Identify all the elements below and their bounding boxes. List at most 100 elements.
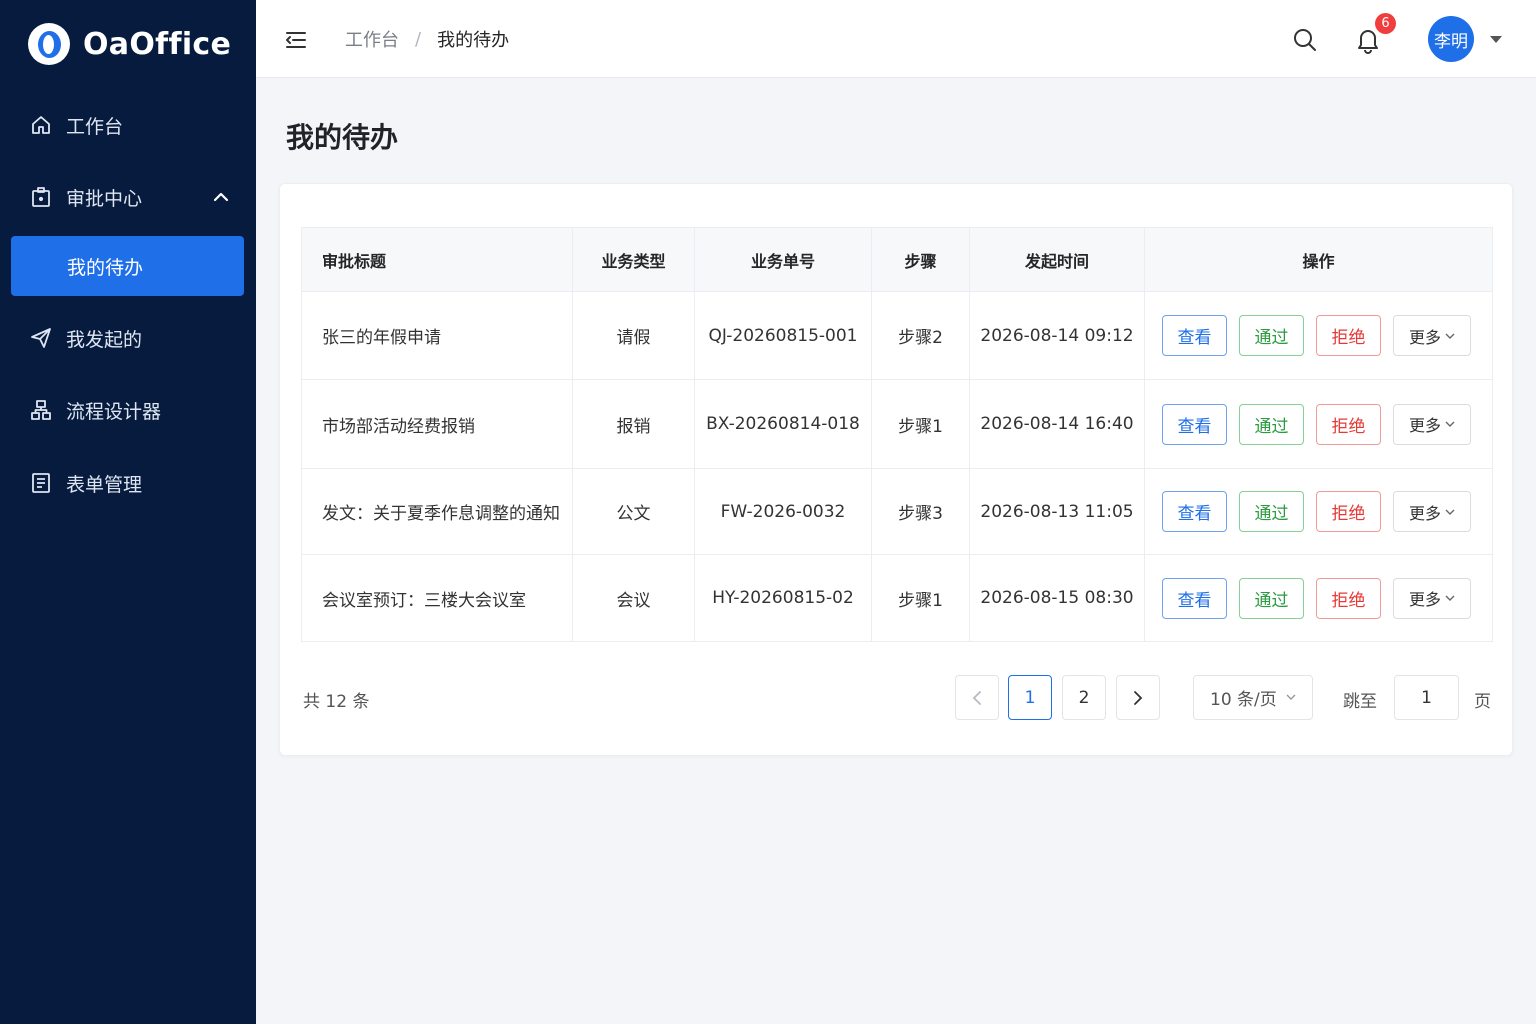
cell-title: 市场部活动经费报销 bbox=[301, 379, 573, 469]
page-unit-label: 页 bbox=[1474, 692, 1491, 712]
sidebar-item-label: 我发起的 bbox=[66, 328, 143, 351]
more-button[interactable]: 更多 bbox=[1393, 315, 1471, 356]
chevron-down-icon bbox=[1445, 509, 1455, 515]
more-button[interactable]: 更多 bbox=[1393, 403, 1471, 445]
cell-actions: 查看 通过 拒绝 更多 bbox=[1144, 468, 1493, 555]
cell-type: 会议 bbox=[572, 554, 695, 642]
caret-down-icon[interactable] bbox=[1489, 33, 1503, 45]
approve-button[interactable]: 通过 bbox=[1239, 491, 1304, 532]
more-button[interactable]: 更多 bbox=[1393, 491, 1471, 532]
cell-step: 步骤2 bbox=[871, 291, 970, 380]
cell-time: 2026-08-14 09:12 bbox=[969, 291, 1145, 380]
app-logo[interactable]: OaOffice bbox=[28, 22, 231, 66]
reject-button[interactable]: 拒绝 bbox=[1316, 577, 1381, 619]
sidebar-item-flow-designer[interactable]: 流程设计器 bbox=[0, 382, 256, 438]
view-button[interactable]: 查看 bbox=[1162, 403, 1227, 445]
avatar[interactable]: 李明 bbox=[1428, 16, 1474, 62]
sidebar-item-label: 流程设计器 bbox=[66, 400, 162, 423]
home-icon bbox=[30, 114, 52, 136]
table-row: 张三的年假申请 请假 QJ-20260815-001 步骤2 2026-08-1… bbox=[301, 291, 1493, 380]
sidebar-item-form-management[interactable]: 表单管理 bbox=[0, 455, 256, 511]
cell-type: 公文 bbox=[572, 468, 695, 555]
breadcrumb-current: 我的待办 bbox=[437, 30, 510, 51]
cell-time: 2026-08-15 08:30 bbox=[969, 554, 1145, 642]
menu-fold-icon[interactable] bbox=[284, 28, 308, 52]
reject-button[interactable]: 拒绝 bbox=[1316, 315, 1381, 356]
logo-icon bbox=[28, 23, 70, 65]
sidebar-item-label: 工作台 bbox=[66, 115, 124, 138]
chevron-down-icon bbox=[1286, 694, 1296, 700]
sidebar-item-workbench[interactable]: 工作台 bbox=[0, 97, 256, 153]
sidebar-item-approval-center[interactable]: 审批中心 bbox=[0, 169, 256, 225]
cell-actions: 查看 通过 拒绝 更多 bbox=[1144, 554, 1493, 642]
cell-title: 发文：关于夏季作息调整的通知 bbox=[301, 468, 573, 555]
approve-button[interactable]: 通过 bbox=[1239, 315, 1304, 356]
sidebar-item-label: 我的待办 bbox=[67, 256, 144, 279]
more-label: 更多 bbox=[1408, 327, 1441, 347]
chevron-down-icon bbox=[1445, 421, 1455, 427]
form-icon bbox=[30, 472, 52, 494]
chevron-right-icon bbox=[1134, 690, 1143, 705]
column-header-title: 审批标题 bbox=[301, 227, 573, 292]
todo-table: 审批标题 业务类型 业务单号 步骤 发起时间 操作 张三的年假申请 请假 QJ-… bbox=[301, 227, 1493, 642]
cell-number: FW-2026-0032 bbox=[694, 468, 872, 555]
chevron-left-icon bbox=[972, 690, 981, 705]
column-header-number: 业务单号 bbox=[694, 227, 872, 292]
page-size-select[interactable]: 10 条/页 bbox=[1193, 675, 1313, 720]
cell-title: 张三的年假申请 bbox=[301, 291, 573, 380]
flowchart-icon bbox=[30, 399, 52, 421]
sidebar: OaOffice 工作台 审批中心 我的待办 我发起的 流程设计器 表单管理 bbox=[0, 0, 256, 1024]
approve-button[interactable]: 通过 bbox=[1239, 577, 1304, 619]
column-header-time: 发起时间 bbox=[969, 227, 1145, 292]
table-row: 会议室预订：三楼大会议室 会议 HY-20260815-02 步骤1 2026-… bbox=[301, 554, 1493, 642]
prev-page-button[interactable] bbox=[955, 675, 999, 720]
cell-step: 步骤3 bbox=[871, 468, 970, 555]
table-row: 市场部活动经费报销 报销 BX-20260814-018 步骤1 2026-08… bbox=[301, 379, 1493, 469]
sidebar-item-label: 表单管理 bbox=[66, 473, 143, 496]
reject-button[interactable]: 拒绝 bbox=[1316, 491, 1381, 532]
search-icon[interactable] bbox=[1292, 27, 1318, 53]
more-label: 更多 bbox=[1408, 416, 1441, 435]
reject-button[interactable]: 拒绝 bbox=[1316, 403, 1381, 445]
column-header-actions: 操作 bbox=[1144, 227, 1493, 292]
approve-button[interactable]: 通过 bbox=[1239, 403, 1304, 445]
clipboard-icon bbox=[30, 186, 52, 208]
page-button-2[interactable]: 2 bbox=[1062, 675, 1106, 720]
cell-type: 请假 bbox=[572, 291, 695, 380]
cell-number: QJ-20260815-001 bbox=[694, 291, 872, 380]
next-page-button[interactable] bbox=[1116, 675, 1160, 720]
table-row: 发文：关于夏季作息调整的通知 公文 FW-2026-0032 步骤3 2026-… bbox=[301, 468, 1493, 555]
page-size-value: 10 条/页 bbox=[1210, 690, 1277, 710]
notification-badge: 6 bbox=[1375, 13, 1396, 34]
cell-type: 报销 bbox=[572, 379, 695, 469]
more-label: 更多 bbox=[1408, 503, 1441, 523]
sidebar-item-label: 审批中心 bbox=[66, 187, 143, 210]
table-header-row: 审批标题 业务类型 业务单号 步骤 发起时间 操作 bbox=[301, 227, 1493, 292]
view-button[interactable]: 查看 bbox=[1162, 491, 1227, 532]
send-icon bbox=[30, 327, 52, 349]
sidebar-item-my-todo[interactable]: 我的待办 bbox=[11, 236, 244, 296]
jump-page-input[interactable] bbox=[1394, 675, 1459, 720]
cell-step: 步骤1 bbox=[871, 379, 970, 469]
top-header: 工作台 / 我的待办 6 李明 bbox=[256, 0, 1536, 78]
cell-actions: 查看 通过 拒绝 更多 bbox=[1144, 291, 1493, 380]
view-button[interactable]: 查看 bbox=[1162, 577, 1227, 619]
page-button-1[interactable]: 1 bbox=[1008, 675, 1052, 720]
breadcrumb-home[interactable]: 工作台 bbox=[345, 26, 399, 52]
view-button[interactable]: 查看 bbox=[1162, 315, 1227, 356]
chevron-down-icon bbox=[1445, 595, 1455, 601]
cell-title: 会议室预订：三楼大会议室 bbox=[301, 554, 573, 642]
cell-actions: 查看 通过 拒绝 更多 bbox=[1144, 379, 1493, 469]
cell-time: 2026-08-13 11:05 bbox=[969, 468, 1145, 555]
breadcrumb-separator: / bbox=[415, 28, 422, 50]
sidebar-item-initiated[interactable]: 我发起的 bbox=[0, 310, 256, 366]
cell-step: 步骤1 bbox=[871, 554, 970, 642]
app-name: OaOffice bbox=[83, 26, 232, 62]
breadcrumb: 工作台 / 我的待办 bbox=[345, 26, 509, 52]
cell-number: BX-20260814-018 bbox=[694, 379, 872, 469]
more-button[interactable]: 更多 bbox=[1393, 577, 1471, 619]
column-header-type: 业务类型 bbox=[572, 227, 695, 292]
todo-card: 审批标题 业务类型 业务单号 步骤 发起时间 操作 张三的年假申请 请假 QJ-… bbox=[279, 183, 1513, 756]
chevron-up-icon bbox=[213, 192, 229, 202]
total-count: 共 12 条 bbox=[303, 692, 370, 712]
